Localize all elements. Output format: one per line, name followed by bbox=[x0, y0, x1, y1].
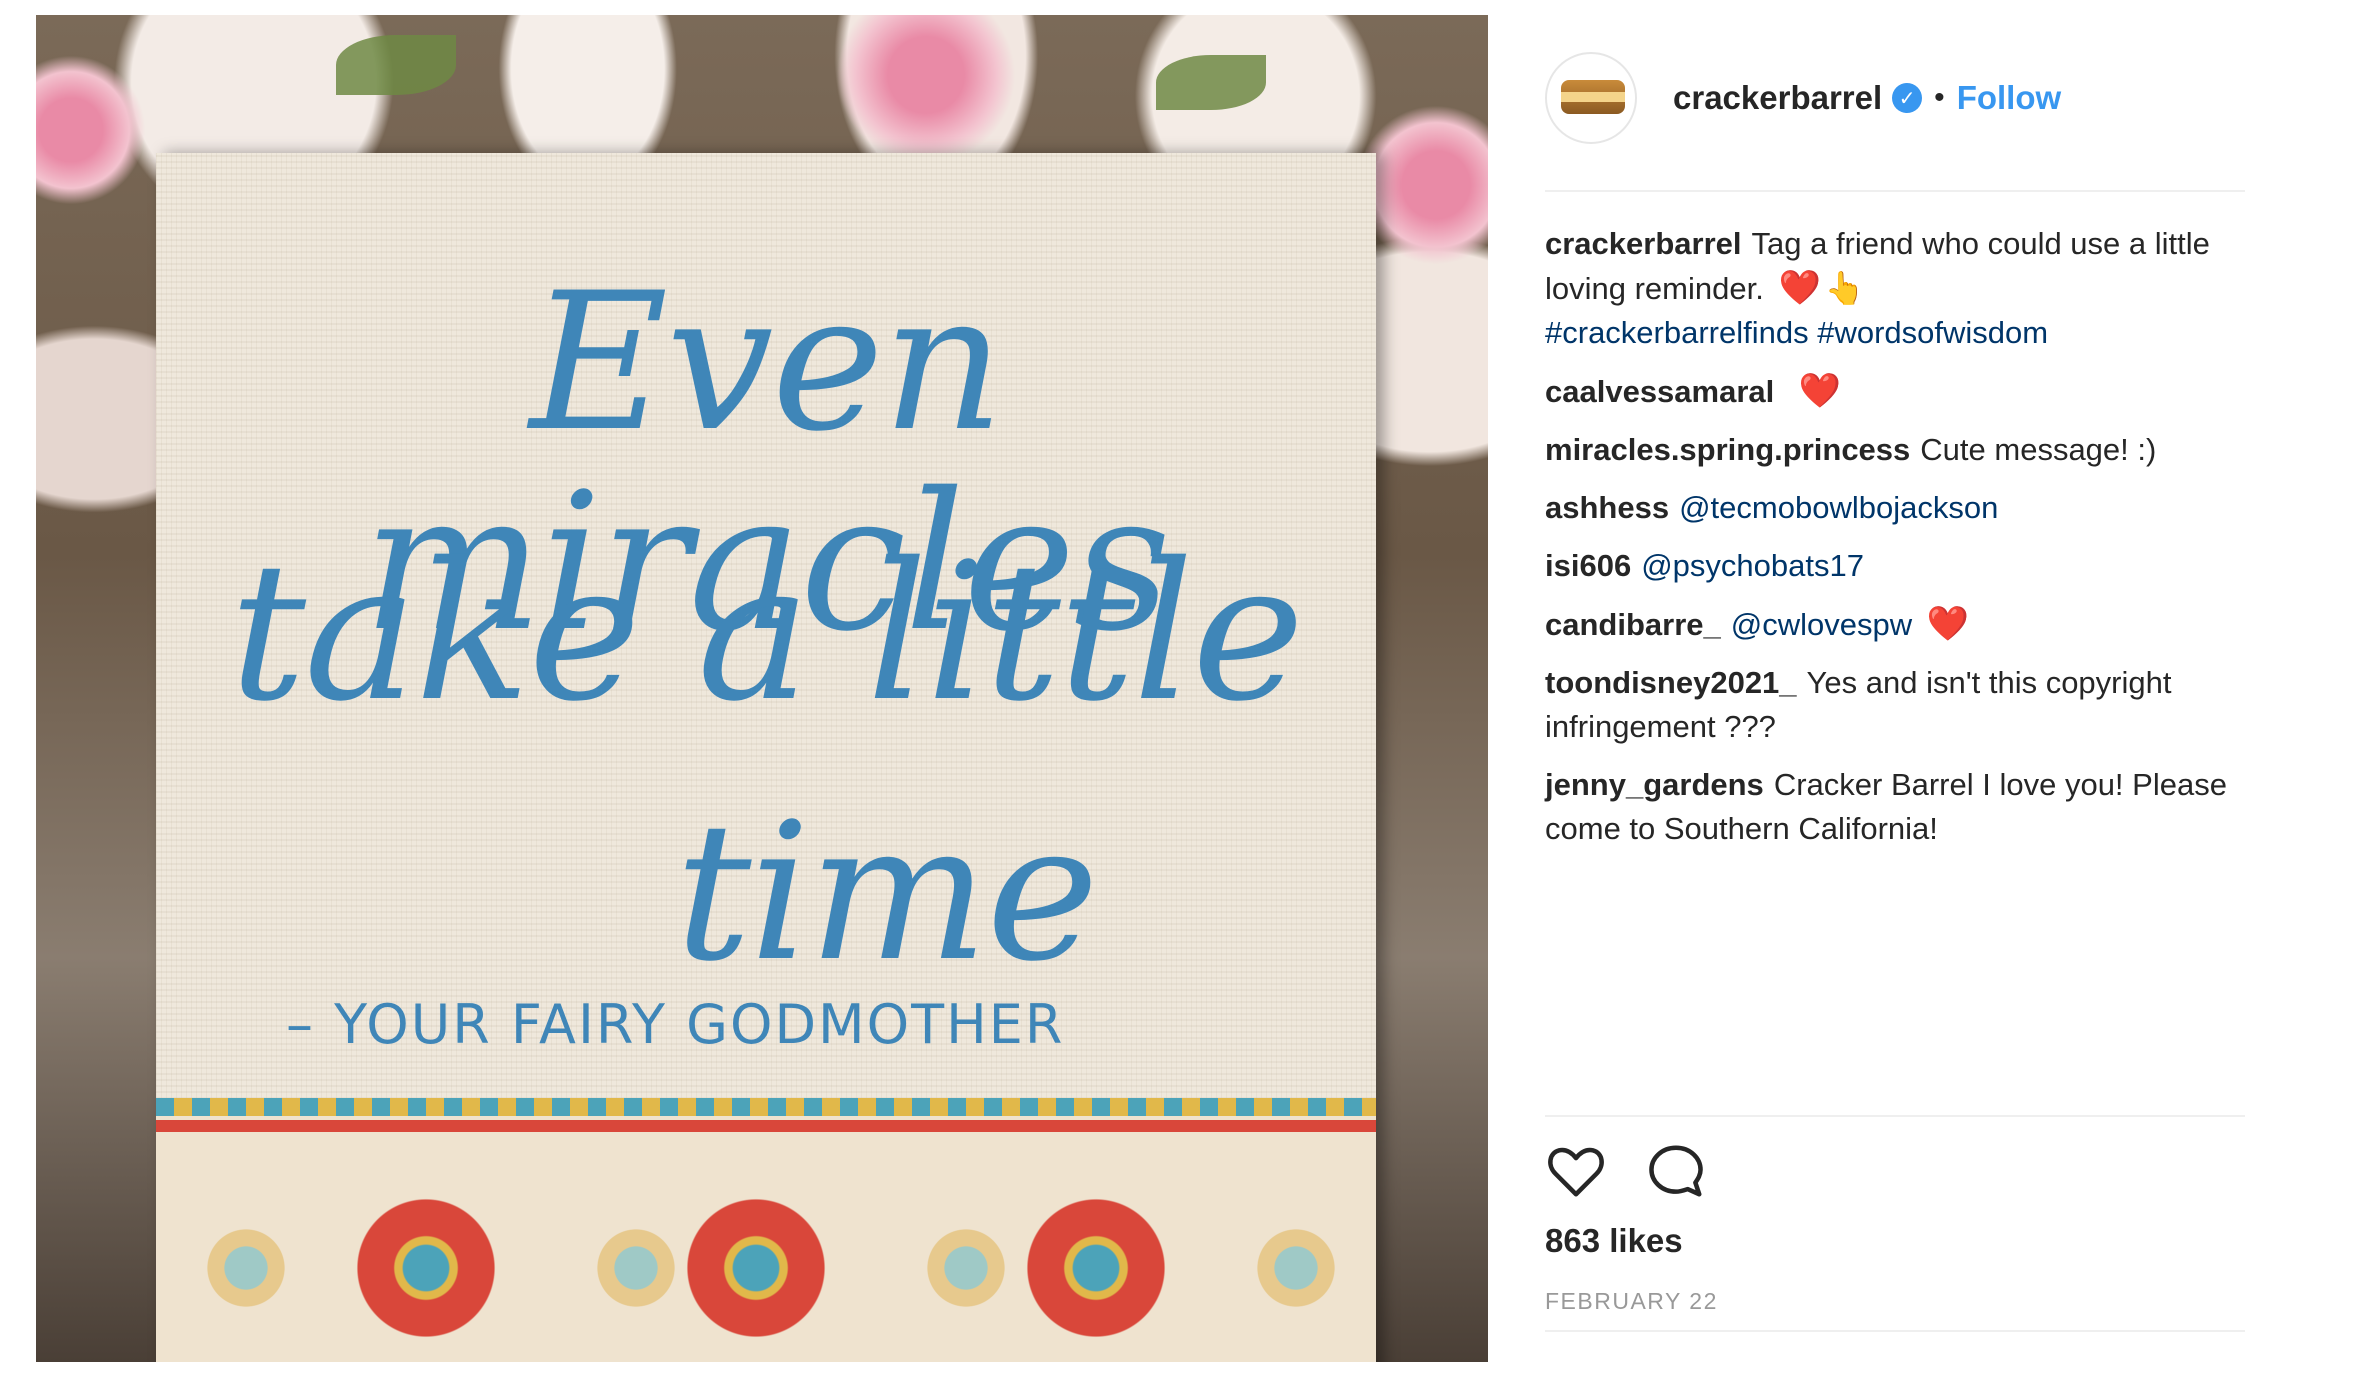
comment-item: miracles.spring.princess Cute message! :) bbox=[1545, 428, 2245, 472]
hashtag-link[interactable]: #wordsofwisdom bbox=[1817, 315, 2048, 350]
divider bbox=[1545, 1330, 2245, 1332]
flower-tile bbox=[186, 1208, 306, 1328]
decorative-border bbox=[156, 1098, 1376, 1362]
verified-badge-icon: ✓ bbox=[1892, 83, 1923, 113]
mention-link[interactable]: @cwlovespw bbox=[1731, 607, 1912, 642]
leaf-decoration bbox=[336, 35, 456, 95]
comment-username[interactable]: jenny_gardens bbox=[1545, 767, 1764, 802]
follow-button[interactable]: Follow bbox=[1957, 79, 2061, 117]
point-up-emoji-icon: 👆 bbox=[1824, 270, 1865, 306]
comment-username[interactable]: miracles.spring.princess bbox=[1545, 432, 1910, 467]
flower-tile bbox=[996, 1168, 1196, 1362]
post-photo[interactable]: Even miracles take a little time – YOUR … bbox=[36, 15, 1488, 1362]
comment-username[interactable]: caalvessamaral bbox=[1545, 374, 1774, 409]
heart-emoji-icon: ❤️ bbox=[1926, 605, 1970, 643]
flower-tile bbox=[326, 1168, 526, 1362]
quote-line-3: time bbox=[675, 782, 1099, 1003]
post-date[interactable]: FEBRUARY 22 bbox=[1545, 1288, 1718, 1315]
comment-username[interactable]: candibarre_ bbox=[1545, 607, 1721, 642]
hashtag-link[interactable]: #crackerbarrelfinds bbox=[1545, 315, 1809, 350]
leaf-decoration bbox=[1156, 55, 1266, 110]
comments-list: crackerbarrel Tag a friend who could use … bbox=[1545, 222, 2245, 865]
comment-item: ashhess @tecmobowlbojackson bbox=[1545, 486, 2245, 530]
flower-tile bbox=[656, 1168, 856, 1362]
instagram-post: Even miracles take a little time – YOUR … bbox=[0, 0, 2366, 1382]
header-username[interactable]: crackerbarrel bbox=[1673, 79, 1882, 117]
heart-emoji-icon: ❤️ bbox=[1798, 372, 1842, 410]
caption-username[interactable]: crackerbarrel bbox=[1545, 226, 1742, 261]
comment-item: toondisney2021_ Yes and isn't this copyri… bbox=[1545, 661, 2245, 749]
comment-item: jenny_gardens Cracker Barrel I love you! … bbox=[1545, 763, 2245, 851]
comment-username[interactable]: toondisney2021_ bbox=[1545, 665, 1797, 700]
comment-username[interactable]: isi606 bbox=[1545, 548, 1631, 583]
quote-line-2: take a little bbox=[229, 522, 1305, 743]
flower-decoration bbox=[836, 15, 1016, 165]
post-side-panel: crackerbarrel ✓ • Follow crackerbarrel Ta… bbox=[1545, 0, 2245, 1382]
avatar[interactable] bbox=[1545, 52, 1637, 144]
comment-item: isi606 @psychobats17 bbox=[1545, 544, 2245, 588]
mention-link[interactable]: @tecmobowlbojackson bbox=[1679, 490, 1998, 525]
caption: crackerbarrel Tag a friend who could use … bbox=[1545, 222, 2245, 355]
divider bbox=[1545, 1115, 2245, 1117]
comment-item: candibarre_ @cwlovespw ❤️ bbox=[1545, 602, 2245, 647]
heart-emoji-icon: ❤️ bbox=[1778, 269, 1821, 307]
divider bbox=[1545, 190, 2245, 192]
comment-username[interactable]: ashhess bbox=[1545, 490, 1669, 525]
flower-tile bbox=[1236, 1208, 1356, 1328]
heart-icon[interactable] bbox=[1545, 1140, 1607, 1202]
wooden-sign: Even miracles take a little time – YOUR … bbox=[156, 153, 1376, 1362]
border-stripe bbox=[156, 1120, 1376, 1132]
quote-attribution: – YOUR FAIRY GODMOTHER bbox=[286, 993, 1065, 1056]
separator-dot: • bbox=[1934, 81, 1945, 114]
mention-link[interactable]: @psychobats17 bbox=[1641, 548, 1864, 583]
comment-bubble-icon[interactable] bbox=[1645, 1140, 1707, 1202]
flower-decoration bbox=[36, 55, 146, 205]
post-header: crackerbarrel ✓ • Follow bbox=[1545, 52, 2245, 144]
comment-item: caalvessamaral ❤️ bbox=[1545, 369, 2245, 414]
border-stripe bbox=[156, 1098, 1376, 1116]
post-actions bbox=[1545, 1140, 1707, 1202]
likes-count[interactable]: 863 likes bbox=[1545, 1222, 1683, 1260]
brand-logo-band bbox=[1561, 92, 1625, 102]
comment-text: Cute message! :) bbox=[1920, 432, 2157, 467]
